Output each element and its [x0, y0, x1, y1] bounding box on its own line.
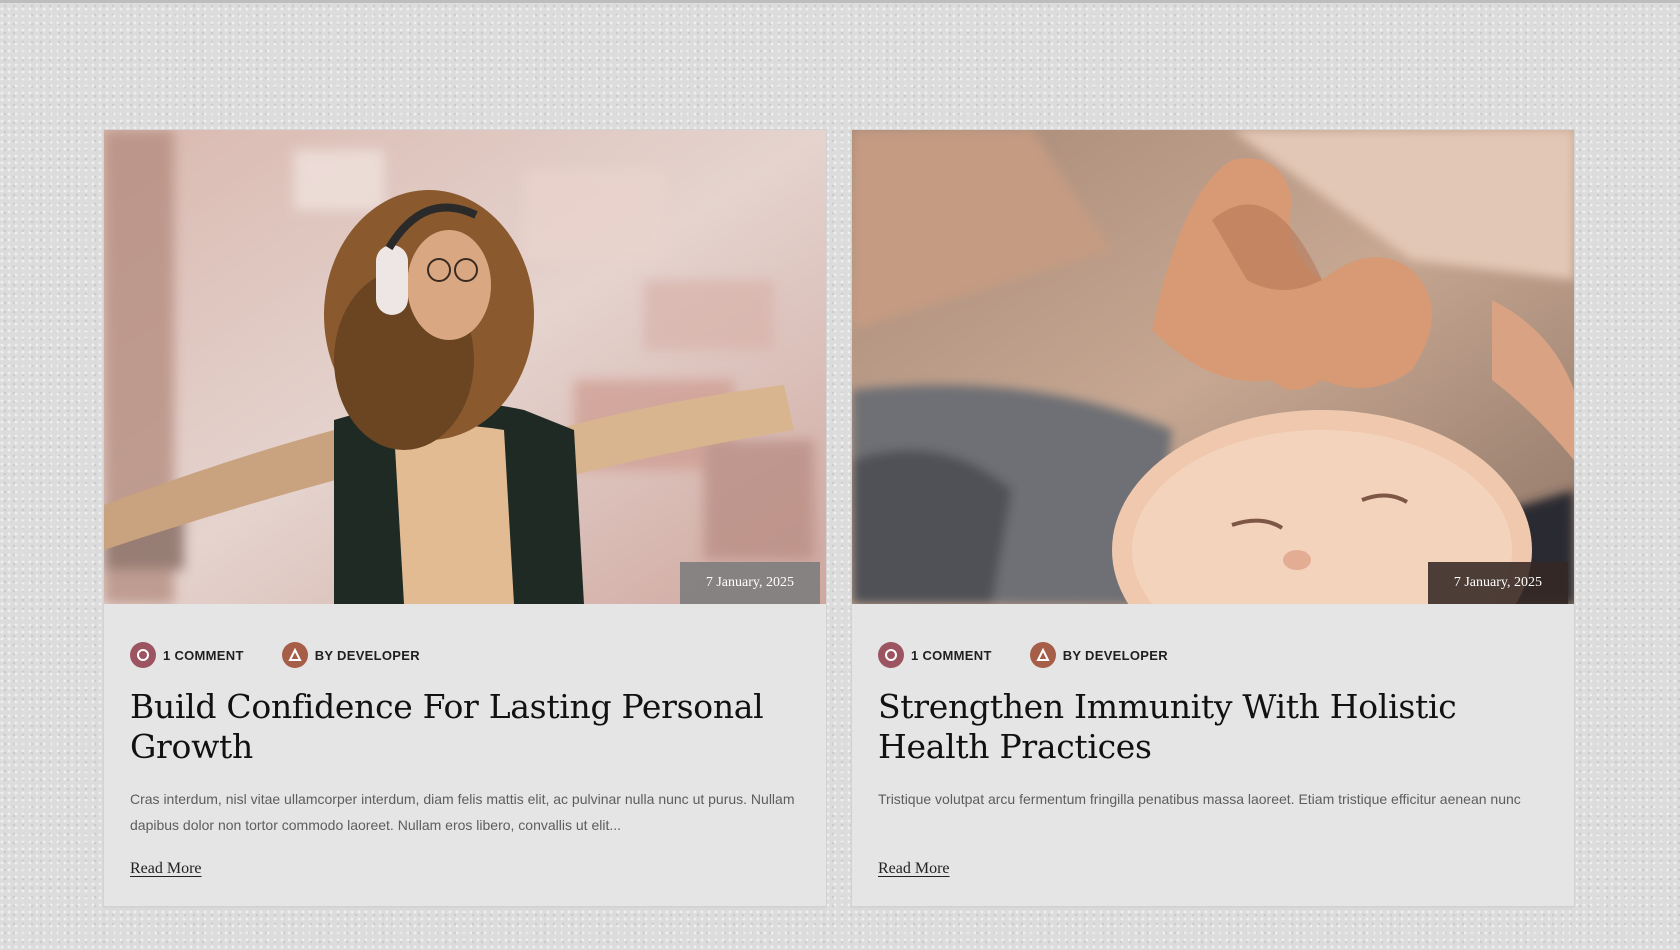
- post-meta: 1 COMMENT BY DEVELOPER: [878, 642, 1168, 668]
- post-author[interactable]: BY DEVELOPER: [1029, 642, 1168, 668]
- post-date-badge: 7 January, 2025: [1427, 562, 1568, 604]
- blog-card: 7 January, 2025 1 COMMENT BY DEVELOPER S…: [852, 130, 1574, 906]
- post-meta: 1 COMMENT BY DEVELOPER: [130, 642, 420, 668]
- comment-count[interactable]: 1 COMMENT: [130, 642, 244, 668]
- post-author[interactable]: BY DEVELOPER: [281, 642, 420, 668]
- user-icon: [281, 642, 308, 668]
- user-icon: [1029, 642, 1056, 668]
- post-image[interactable]: 7 January, 2025: [104, 130, 826, 604]
- post-image-graphic: [104, 130, 826, 604]
- post-image-graphic: [852, 130, 1574, 604]
- post-excerpt: Cras interdum, nisl vitae ullamcorper in…: [130, 791, 795, 833]
- post-date-badge: 7 January, 2025: [679, 562, 820, 604]
- comment-icon: [130, 642, 156, 668]
- post-title[interactable]: Build Confidence For Lasting Personal Gr…: [130, 687, 810, 767]
- top-divider: [0, 0, 1680, 3]
- comment-count-label: 1 COMMENT: [911, 647, 992, 663]
- comment-count-label: 1 COMMENT: [163, 647, 244, 663]
- post-author-label: BY DEVELOPER: [314, 647, 420, 663]
- read-more-link[interactable]: Read More: [878, 860, 950, 878]
- post-author-label: BY DEVELOPER: [1062, 647, 1168, 663]
- comment-count[interactable]: 1 COMMENT: [878, 642, 992, 668]
- post-title[interactable]: Strengthen Immunity With Holistic Health…: [878, 687, 1558, 767]
- comment-icon: [878, 642, 904, 668]
- post-image[interactable]: 7 January, 2025: [852, 130, 1574, 604]
- blog-card: 7 January, 2025 1 COMMENT BY DEVELOPER B…: [104, 130, 826, 906]
- post-excerpt: Tristique volutpat arcu fermentum fringi…: [878, 791, 1521, 807]
- read-more-link[interactable]: Read More: [130, 860, 202, 878]
